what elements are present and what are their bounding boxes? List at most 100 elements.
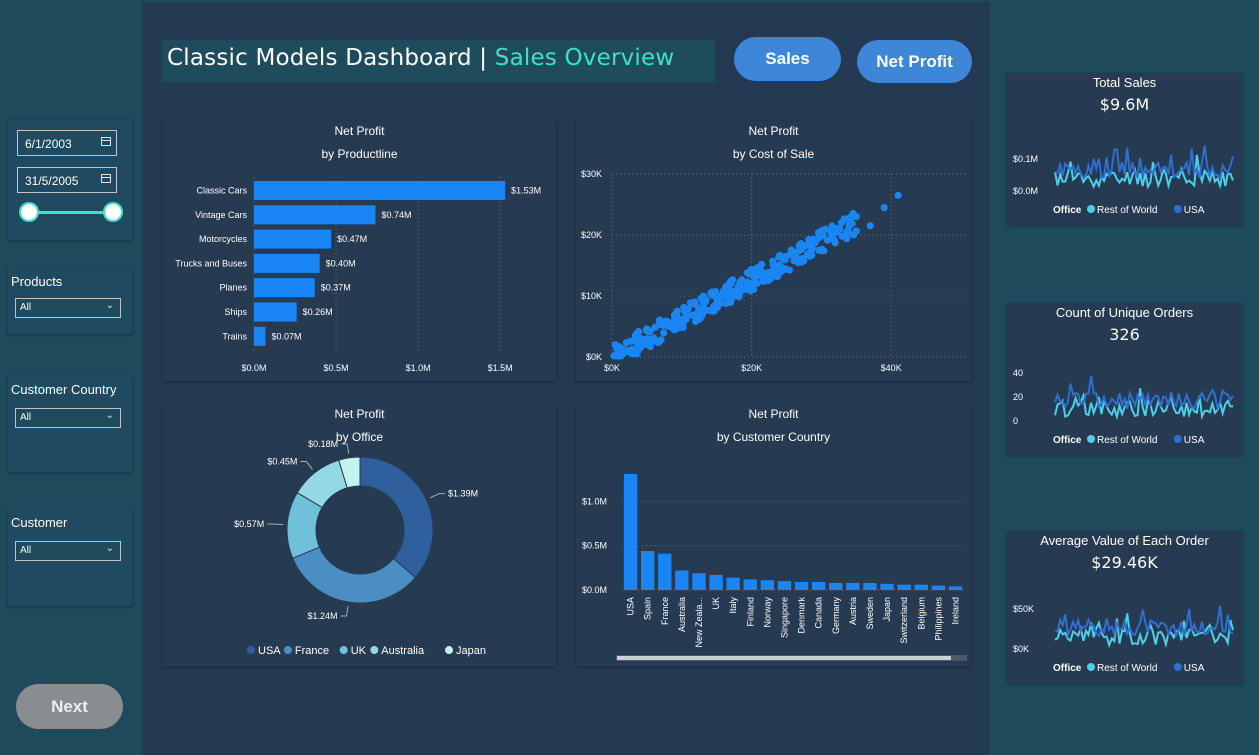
category-label: Belgium — [916, 597, 926, 630]
category-label: Ships — [224, 307, 247, 317]
bar — [254, 278, 315, 298]
legend-marker — [445, 646, 453, 654]
products-dropdown[interactable]: All ⌄ — [15, 298, 121, 318]
bar — [863, 582, 877, 590]
page-title: Classic Models Dashboard | Sales Overvie… — [167, 45, 674, 71]
scrollbar-thumb[interactable] — [617, 656, 951, 660]
bar — [640, 551, 655, 590]
start-date-value: 6/1/2003 — [25, 137, 72, 151]
donut-slice — [359, 456, 434, 579]
calendar-icon[interactable] — [101, 137, 111, 146]
scatter-point — [695, 305, 703, 313]
bar — [254, 302, 297, 322]
bar — [880, 583, 894, 590]
legend-marker — [1087, 205, 1095, 213]
start-date-input[interactable]: 6/1/2003 — [17, 130, 117, 156]
scatter-point — [680, 303, 688, 312]
category-label: UK — [711, 597, 721, 610]
scatter-point — [622, 339, 631, 347]
scatter-point — [698, 312, 706, 320]
customer-country-bar-chart: $0.0M $0.5M $1.0M USA Spain France Australia Ne… — [582, 473, 967, 661]
avg-order-card: Average Value of Each Order $29.46K $50K… — [1007, 531, 1242, 683]
customer-country-label: Customer Country — [11, 382, 117, 397]
y-tick-label: 40 — [1013, 368, 1023, 378]
bar — [623, 473, 638, 590]
sales-button[interactable]: Sales — [734, 37, 841, 81]
x-tick-label: $1.0M — [406, 363, 431, 373]
customer-dropdown[interactable]: All ⌄ — [15, 541, 121, 561]
next-button[interactable]: Next — [16, 684, 123, 729]
office-chart-card: Net Profit by Office $1.39M $1.24M $0.57M $… — [163, 404, 556, 666]
y-tick-label: $20K — [581, 230, 602, 240]
legend-label: USA — [258, 645, 281, 657]
scatter-point — [738, 276, 746, 284]
legend-title: Office — [1053, 435, 1082, 446]
customer-country-value: All — [20, 412, 32, 423]
date-slicer: 6/1/2003 31/5/2005 — [8, 118, 132, 240]
scatter-point — [655, 320, 664, 328]
legend-label: USA — [1184, 663, 1205, 674]
calendar-icon[interactable] — [101, 174, 111, 183]
data-label: $0.74M — [381, 210, 411, 220]
y-tick-label: 0 — [1013, 416, 1018, 426]
legend-title: Office — [1053, 663, 1082, 674]
total-sales-sparkline: $0.1M $0.0M Office Rest of World USA — [1013, 145, 1234, 216]
category-label: Austria — [848, 597, 858, 625]
scatter-point — [832, 224, 841, 233]
customer-country-slicer: Customer Country All ⌄ — [8, 376, 132, 472]
chevron-down-icon: ⌄ — [105, 300, 114, 311]
data-label: $0.57M — [234, 519, 264, 529]
scatter-point — [795, 242, 803, 250]
y-tick-label: $10K — [581, 291, 602, 301]
category-label: Sweden — [865, 597, 875, 630]
y-tick-label: $0.1M — [1013, 154, 1038, 164]
category-label: Norway — [762, 597, 772, 628]
bar — [948, 586, 963, 590]
bar — [726, 577, 740, 590]
category-label: Denmark — [797, 597, 807, 634]
category-label: Italy — [728, 597, 738, 614]
end-date-input[interactable]: 31/5/2005 — [17, 167, 117, 193]
legend-marker — [370, 646, 379, 654]
date-range-start-handle[interactable] — [19, 202, 39, 222]
scatter-point — [798, 254, 807, 263]
leader-line — [267, 523, 284, 526]
legend-label: Rest of World — [1097, 435, 1157, 446]
scatter-point — [823, 236, 832, 244]
y-tick-label: $0.0M — [582, 585, 607, 595]
scatter-point — [837, 219, 845, 227]
scatter-point — [719, 287, 727, 295]
legend-label: Japan — [456, 645, 486, 657]
legend-label: Rest of World — [1097, 663, 1157, 674]
data-label: $0.47M — [337, 234, 367, 244]
legend-label: Rest of World — [1097, 205, 1157, 216]
legend-marker — [247, 646, 255, 654]
x-tick-label: $0.5M — [324, 363, 349, 373]
category-label: Ireland — [950, 597, 960, 625]
data-label: $0.45M — [267, 457, 297, 467]
category-label: Singapore — [779, 597, 789, 638]
net-profit-button[interactable]: Net Profit — [857, 40, 972, 83]
category-label: Finland — [745, 597, 755, 627]
scatter-point — [817, 247, 825, 255]
bar — [811, 582, 826, 590]
customer-country-dropdown[interactable]: All ⌄ — [15, 408, 121, 428]
scatter-point — [637, 343, 645, 352]
y-tick-label: $0.5M — [582, 541, 607, 551]
end-date-value: 31/5/2005 — [25, 174, 79, 188]
title-text: Classic Models Dashboard | — [167, 45, 495, 71]
x-tick-label: $0K — [604, 363, 620, 373]
legend-label: France — [295, 645, 329, 657]
scatter-point — [636, 334, 645, 342]
bar — [777, 581, 792, 590]
total-sales-card: Total Sales $9.6M $0.1M $0.0M Office Rest o… — [1007, 73, 1242, 225]
data-label: $1.39M — [448, 489, 478, 499]
date-range-end-handle[interactable] — [103, 202, 123, 222]
scatter-point — [661, 317, 670, 325]
scatter-point — [701, 298, 709, 306]
y-tick-label: $1.0M — [582, 496, 607, 506]
scatter-point — [619, 346, 627, 354]
scatter-point — [852, 213, 860, 221]
leader-line — [340, 605, 349, 617]
scatter-point — [642, 326, 651, 335]
